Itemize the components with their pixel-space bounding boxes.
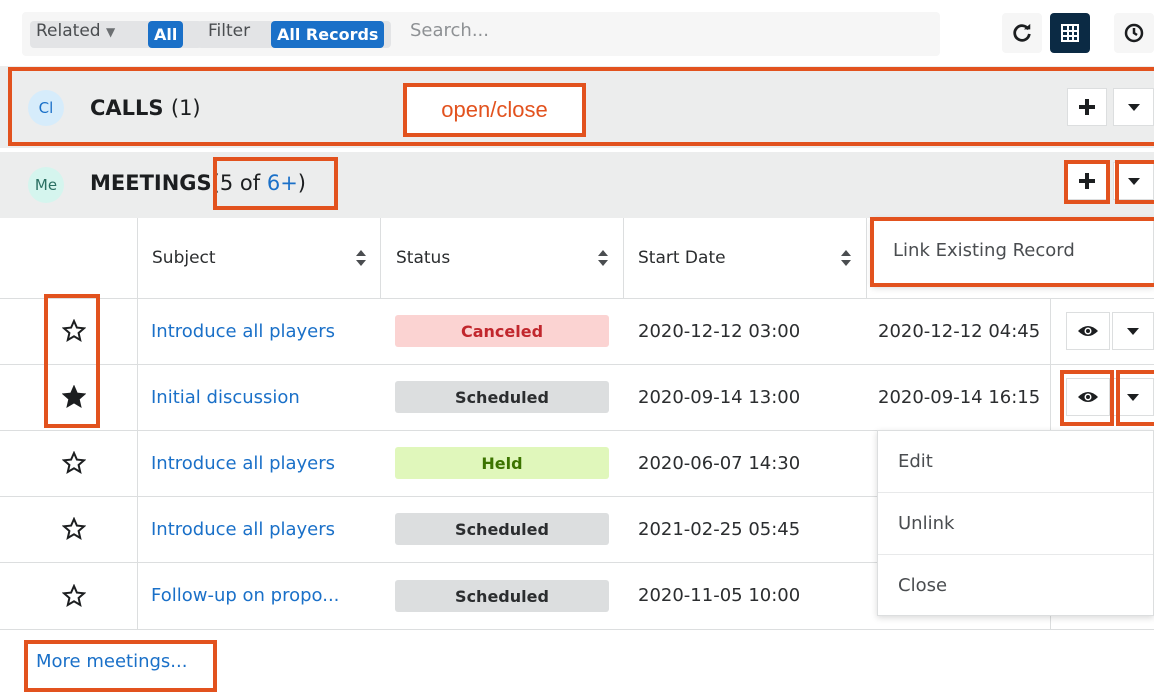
- caret-down-icon: ▼: [105, 25, 116, 39]
- favorite-star-outline-icon[interactable]: [62, 584, 86, 608]
- sort-icon: [841, 250, 851, 266]
- status-badge: Scheduled: [395, 381, 609, 413]
- column-header-label: Start Date: [638, 248, 726, 268]
- menu-item-close[interactable]: Close: [878, 575, 1153, 596]
- related-value-pill[interactable]: All: [148, 21, 184, 48]
- refresh-button[interactable]: [1002, 13, 1042, 53]
- annotation-box-row-dropdown: [1116, 370, 1154, 426]
- status-badge: Scheduled: [395, 513, 609, 545]
- favorite-star-outline-icon[interactable]: [62, 517, 86, 541]
- menu-divider: [878, 554, 1153, 555]
- menu-item-unlink[interactable]: Unlink: [878, 513, 1153, 534]
- clock-icon: [1124, 23, 1144, 43]
- annotation-box-link-existing-record: [870, 217, 1154, 287]
- annotation-box-add-button: [1064, 160, 1110, 204]
- column-divider: [866, 218, 867, 298]
- column-header-label: Status: [396, 248, 451, 268]
- search-input[interactable]: [410, 20, 920, 41]
- caret-down-icon: [1127, 328, 1139, 335]
- start-date: 2020-06-07 14:30: [638, 453, 801, 474]
- annotation-box-dropdown-button: [1115, 160, 1154, 204]
- sort-icon: [598, 250, 608, 266]
- column-header-subject[interactable]: Subject: [152, 218, 367, 298]
- column-header-status[interactable]: Status: [396, 218, 609, 298]
- annotation-box-meetings-count: [213, 157, 338, 210]
- start-date: 2021-02-25 05:45: [638, 519, 801, 540]
- menu-item-edit[interactable]: Edit: [878, 451, 1153, 472]
- column-divider: [623, 218, 624, 298]
- favorite-star-outline-icon[interactable]: [62, 451, 86, 475]
- annotation-box-more-meetings: [24, 640, 217, 692]
- meeting-subject-link[interactable]: Introduce all players: [151, 299, 335, 364]
- annotation-box-favorite-stars: [44, 294, 100, 428]
- meetings-avatar: Me: [28, 167, 64, 203]
- end-date: 2020-09-14 16:15: [878, 387, 1041, 408]
- sort-icon: [356, 250, 366, 266]
- eye-icon: [1078, 326, 1098, 336]
- menu-divider: [878, 492, 1153, 493]
- list-view-button[interactable]: [1050, 13, 1090, 53]
- row-actions-dropdown[interactable]: [1112, 312, 1154, 350]
- filter-label: Filter: [208, 21, 251, 41]
- related-dropdown[interactable]: Related ▼: [36, 21, 115, 41]
- annotation-box-preview-button: [1060, 370, 1114, 426]
- related-label: Related: [36, 21, 101, 41]
- column-divider: [380, 218, 381, 298]
- refresh-icon: [1013, 23, 1031, 42]
- meeting-subject-link[interactable]: Follow-up on propo...: [151, 563, 339, 628]
- column-header-label: Subject: [152, 248, 216, 268]
- start-date: 2020-12-12 03:00: [638, 321, 801, 342]
- row-actions-menu: Edit Unlink Close: [877, 430, 1154, 616]
- meeting-subject-link[interactable]: Initial discussion: [151, 365, 300, 430]
- table-icon: [1061, 24, 1079, 42]
- meetings-title-text: MEETINGS: [90, 171, 212, 195]
- status-badge: Held: [395, 447, 609, 479]
- preview-button[interactable]: [1066, 312, 1110, 350]
- annotation-label-open-close: open/close: [403, 83, 586, 137]
- column-divider: [137, 218, 138, 630]
- column-header-start-date[interactable]: Start Date: [638, 218, 852, 298]
- status-badge: Scheduled: [395, 580, 609, 612]
- start-date: 2020-09-14 13:00: [638, 387, 801, 408]
- row-divider: [0, 629, 1154, 630]
- end-date: 2020-12-12 04:45: [878, 321, 1041, 342]
- meeting-subject-link[interactable]: Introduce all players: [151, 431, 335, 496]
- activity-stream-button[interactable]: [1114, 13, 1154, 53]
- meeting-subject-link[interactable]: Introduce all players: [151, 497, 335, 562]
- status-badge: Canceled: [395, 315, 609, 347]
- filter-value-pill[interactable]: All Records: [271, 21, 385, 48]
- start-date: 2020-11-05 10:00: [638, 585, 801, 606]
